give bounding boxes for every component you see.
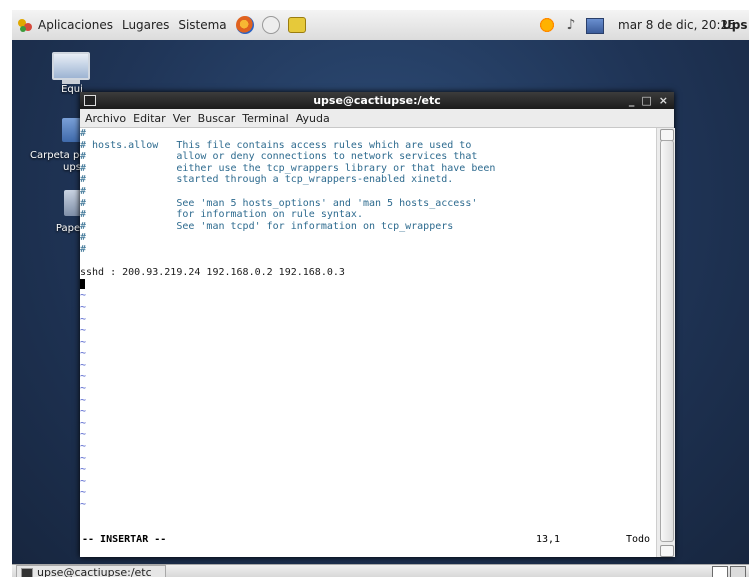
- vim-status-line: -- INSERTAR -- 13,1 Todo: [80, 534, 656, 548]
- panel-menus: Aplicaciones Lugares Sistema: [16, 16, 314, 34]
- file-line: #: [80, 243, 87, 255]
- file-line: # for information on rule syntax.: [80, 209, 363, 221]
- cursor-position: 13,1: [536, 534, 561, 545]
- volume-icon[interactable]: ♪: [562, 16, 580, 34]
- tilde-line: ~: [80, 429, 87, 441]
- applications-icon[interactable]: [16, 16, 34, 34]
- window-title: upse@cactiupse:/etc: [313, 94, 441, 107]
- bottom-panel: upse@cactiupse:/etc: [12, 564, 749, 577]
- file-line: # hosts.allow This file contains access …: [80, 139, 472, 151]
- tilde-line: ~: [80, 313, 87, 325]
- menu-terminal[interactable]: Terminal: [242, 112, 289, 125]
- window-controls: _ □ ×: [622, 92, 668, 109]
- tilde-line: ~: [80, 359, 87, 371]
- tilde-line: ~: [80, 394, 87, 406]
- vim-mode: -- INSERTAR --: [82, 534, 167, 545]
- menu-lugares[interactable]: Lugares: [122, 16, 169, 34]
- scroll-percent: Todo: [626, 534, 651, 545]
- workspace-1[interactable]: [712, 566, 728, 577]
- menu-aplicaciones[interactable]: Aplicaciones: [38, 16, 113, 34]
- computer-icon[interactable]: [52, 52, 90, 84]
- tilde-line: ~: [80, 452, 87, 464]
- file-line-sshd: sshd : 200.93.219.24 192.168.0.2 192.168…: [80, 267, 345, 279]
- terminal-menubar: Archivo Editar Ver Buscar Terminal Ayuda: [80, 109, 674, 128]
- tilde-line: ~: [80, 383, 87, 395]
- minimize-button[interactable]: _: [629, 92, 635, 109]
- top-panel: Aplicaciones Lugares Sistema ♪ mar 8 de …: [12, 10, 749, 41]
- file-line: #: [80, 185, 87, 197]
- taskbar-button-terminal[interactable]: upse@cactiupse:/etc: [16, 565, 166, 577]
- file-line: #: [80, 128, 87, 139]
- terminal-content[interactable]: # # hosts.allow This file contains acces…: [80, 128, 656, 557]
- terminal-icon: [21, 568, 33, 577]
- file-line: # either use the tcp_wrappers library or…: [80, 162, 496, 174]
- clock[interactable]: mar 8 de dic, 20:25: [618, 16, 736, 34]
- file-line: # See 'man 5 hosts_options' and 'man 5 h…: [80, 197, 478, 209]
- tilde-line: ~: [80, 487, 87, 499]
- firefox-icon[interactable]: [235, 16, 254, 34]
- menu-editar[interactable]: Editar: [133, 112, 166, 125]
- cursor-line: [80, 278, 656, 291]
- tilde-line: ~: [80, 406, 87, 418]
- file-line: #: [80, 232, 87, 244]
- network-icon[interactable]: [586, 17, 604, 34]
- tilde-line: ~: [80, 301, 87, 313]
- workspace-2[interactable]: [730, 566, 746, 577]
- notes-icon[interactable]: [287, 17, 306, 33]
- mail-icon[interactable]: [261, 16, 280, 34]
- window-titlebar[interactable]: upse@cactiupse:/etc _ □ ×: [80, 92, 674, 109]
- file-line: # See 'man tcpd' for information on tcp_…: [80, 220, 454, 232]
- maximize-button[interactable]: □: [641, 92, 651, 109]
- empty-lines: ~ ~ ~ ~ ~ ~ ~ ~ ~ ~ ~ ~ ~ ~ ~ ~ ~ ~ ~: [80, 290, 656, 510]
- tilde-line: ~: [80, 336, 87, 348]
- menu-sistema[interactable]: Sistema: [178, 16, 226, 34]
- tilde-line: ~: [80, 348, 87, 360]
- menu-buscar[interactable]: Buscar: [198, 112, 236, 125]
- tilde-line: ~: [80, 499, 87, 510]
- tilde-line: ~: [80, 371, 87, 383]
- scroll-thumb[interactable]: [660, 140, 674, 542]
- close-button[interactable]: ×: [659, 92, 668, 109]
- taskbar-button-label: upse@cactiupse:/etc: [37, 566, 152, 577]
- tilde-line: ~: [80, 417, 87, 429]
- system-tray: ♪: [538, 16, 610, 34]
- tilde-line: ~: [80, 441, 87, 453]
- terminal-window: upse@cactiupse:/etc _ □ × Archivo Editar…: [80, 92, 675, 557]
- vertical-scrollbar[interactable]: [656, 128, 675, 557]
- updates-icon[interactable]: [538, 16, 556, 34]
- tilde-line: ~: [80, 325, 87, 337]
- screen: Aplicaciones Lugares Sistema ♪ mar 8 de …: [12, 10, 749, 577]
- tilde-line: ~: [80, 290, 87, 302]
- user-menu[interactable]: Ups: [722, 16, 747, 34]
- menu-ver[interactable]: Ver: [173, 112, 191, 125]
- menu-ayuda[interactable]: Ayuda: [296, 112, 330, 125]
- tilde-line: ~: [80, 464, 87, 476]
- scroll-down-arrow[interactable]: [660, 545, 674, 557]
- file-line: # allow or deny connections to network s…: [80, 151, 478, 163]
- text-cursor: [80, 278, 85, 289]
- tilde-line: ~: [80, 475, 87, 487]
- file-line: # started through a tcp_wrappers-enabled…: [80, 174, 454, 186]
- menu-archivo[interactable]: Archivo: [85, 112, 126, 125]
